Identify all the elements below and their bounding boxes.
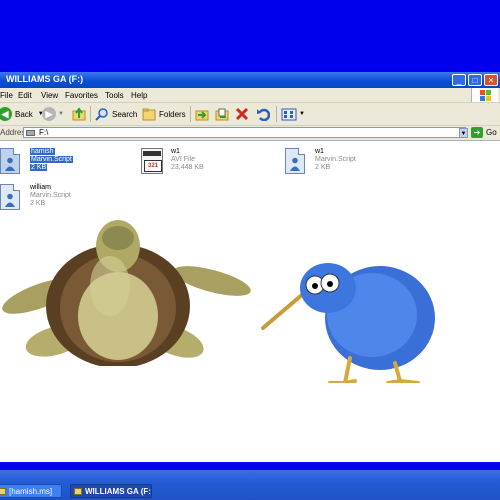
undo-button[interactable] [256,107,270,121]
go-arrow-icon[interactable]: ➔ [471,127,483,138]
menu-view[interactable]: View [41,91,58,100]
marvin-script-icon [0,148,20,174]
forward-arrow-icon: ▶ [42,107,56,121]
file-size: 2 KB [30,200,46,207]
file-type: Marvin.Script [30,156,73,163]
folder-window-icon [74,488,82,495]
close-button[interactable]: ✕ [484,74,498,86]
avi-file-icon: 321 [141,148,163,174]
file-item-william[interactable]: william Marvin.Script 2 KB [0,184,80,212]
address-dropdown-icon[interactable]: ▼ [459,128,468,138]
file-type: AVI File [171,156,195,163]
views-button[interactable]: ▼ [281,107,305,121]
forward-dropdown-icon[interactable]: ▼ [58,111,64,117]
menu-favorites[interactable]: Favorites [65,91,98,100]
menu-edit[interactable]: Edit [18,91,32,100]
window-title: WILLIAMS GA (F:) [6,74,84,84]
copy-to-icon [215,108,229,121]
search-button[interactable]: Search [95,107,137,121]
go-button[interactable]: Go [486,128,497,137]
menu-tools[interactable]: Tools [105,91,124,100]
file-item-hamish[interactable]: hamish Marvin.Script 2 KB [0,148,80,176]
file-item-w1-avi[interactable]: 321 w1 AVI File 23,448 KB [141,148,251,176]
address-value: F:\ [39,128,49,137]
marvin-script-icon [285,148,305,174]
move-to-icon [195,110,209,121]
file-name: hamish [30,148,55,155]
folders-button[interactable]: Folders [142,107,186,121]
taskbar-button-label: [hamish.ms] [9,487,53,496]
windows-logo-icon [471,88,498,102]
file-size: 2 KB [30,164,48,171]
up-folder-button[interactable] [72,107,86,121]
file-list-pane: hamish Marvin.Script 2 KB 321 w1 AVI Fil… [0,141,500,462]
toolbar: ◀ Back ▼ ▶ ▼ Search Folders ▼ [0,103,500,126]
turtle-character[interactable] [0,216,260,366]
menu-bar: File Edit View Favorites Tools Help [0,88,500,103]
file-name: w1 [171,148,180,155]
file-type: Marvin.Script [315,156,356,163]
taskbar-button-label: WILLIAMS GA (F:) [85,487,152,496]
folders-icon [142,108,156,121]
up-folder-icon [72,107,86,121]
minimize-button[interactable]: _ [452,74,466,86]
title-bar[interactable]: WILLIAMS GA (F:) _ □ ✕ [0,72,500,88]
back-button[interactable]: ◀ Back ▼ [0,107,44,121]
kiwi-bird-character[interactable] [260,253,440,383]
menu-file[interactable]: File [0,91,13,100]
delete-button[interactable] [235,107,249,121]
taskbar-button-explorer[interactable]: WILLIAMS GA (F:) [70,484,152,498]
file-type: Marvin.Script [30,192,71,199]
script-window-icon [0,488,6,495]
file-item-w1-script[interactable]: w1 Marvin.Script 2 KB [285,148,365,176]
toolbar-separator [276,106,277,122]
search-icon [95,108,108,121]
back-label: Back [15,109,33,119]
back-arrow-icon: ◀ [0,107,12,121]
file-size: 23,448 KB [171,164,204,171]
toolbar-separator [90,106,91,122]
file-name: william [30,184,51,191]
address-bar: Address F:\ ▼ ➔ Go [0,126,500,141]
toolbar-separator [190,106,191,122]
search-label: Search [112,109,138,119]
forward-button[interactable]: ▶ ▼ [42,107,64,121]
drive-icon [26,130,35,136]
file-name: w1 [315,148,324,155]
views-dropdown-icon[interactable]: ▼ [299,111,305,117]
address-input[interactable]: F:\ [23,127,466,138]
undo-icon [257,108,270,121]
folders-label: Folders [159,109,186,119]
maximize-button[interactable]: □ [468,74,482,86]
menu-help[interactable]: Help [131,91,147,100]
explorer-window: WILLIAMS GA (F:) _ □ ✕ File Edit View Fa… [0,72,500,462]
desktop-strip [0,462,500,470]
file-size: 2 KB [315,164,331,171]
marvin-script-icon [0,184,20,210]
taskbar-button-hamish[interactable]: [hamish.ms] [0,484,62,498]
move-to-button[interactable] [195,107,209,121]
taskbar: [hamish.ms] WILLIAMS GA (F:) [0,470,500,500]
copy-to-button[interactable] [215,107,229,121]
delete-icon [235,107,249,121]
views-icon [281,108,297,121]
